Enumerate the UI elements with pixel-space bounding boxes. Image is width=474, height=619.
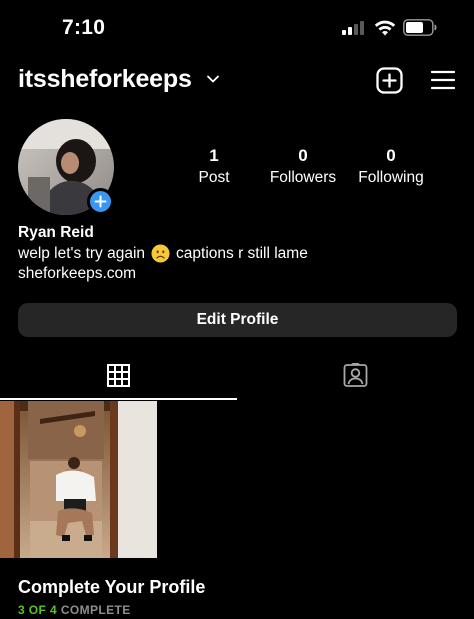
plus-icon <box>94 195 107 208</box>
status-bar: 7:10 <box>0 0 474 56</box>
battery-icon <box>403 19 437 36</box>
stat-following[interactable]: 0 Following <box>352 146 430 187</box>
bio: welp let's try again captions r still la… <box>18 244 308 263</box>
menu-icon[interactable] <box>431 69 455 91</box>
grid-icon <box>107 364 130 387</box>
posts-count: 1 <box>209 146 219 165</box>
complete-profile-title: Complete Your Profile <box>18 577 206 597</box>
following-count: 0 <box>386 146 396 165</box>
bio-text-start: welp let's try again <box>18 244 146 262</box>
posts-label: Post <box>198 169 230 186</box>
active-tab-indicator <box>0 398 237 400</box>
profile-header: itssheforkeeps <box>0 60 474 104</box>
post-thumbnail[interactable] <box>0 401 157 558</box>
add-post-icon[interactable] <box>376 67 403 94</box>
followers-count: 0 <box>298 146 308 165</box>
edit-profile-button[interactable]: Edit Profile <box>18 303 457 337</box>
profile-link[interactable]: sheforkeeps.com <box>18 265 136 283</box>
tab-tagged[interactable] <box>237 356 474 400</box>
add-story-button[interactable] <box>87 188 114 215</box>
bio-text-end: captions r still lame <box>176 244 308 262</box>
chevron-down-icon[interactable] <box>206 74 220 84</box>
username-switcher[interactable]: itssheforkeeps <box>18 65 192 94</box>
stat-followers[interactable]: 0 Followers <box>263 146 343 187</box>
followers-label: Followers <box>269 169 337 186</box>
tagged-person-icon <box>343 363 368 387</box>
frowning-face-icon <box>151 244 170 263</box>
progress-label: COMPLETE <box>57 603 131 617</box>
cellular-signal-icon <box>342 20 366 35</box>
display-name: Ryan Reid <box>18 224 94 241</box>
wifi-icon <box>374 20 396 36</box>
stat-posts[interactable]: 1 Post <box>188 146 240 187</box>
status-time: 7:10 <box>62 16 106 39</box>
post-photo <box>0 401 157 558</box>
tab-posts-grid[interactable] <box>0 356 237 400</box>
progress-count: 3 OF 4 <box>18 603 58 617</box>
following-label: Following <box>358 169 424 186</box>
complete-profile-progress: 3 OF 4 COMPLETE <box>18 603 131 617</box>
